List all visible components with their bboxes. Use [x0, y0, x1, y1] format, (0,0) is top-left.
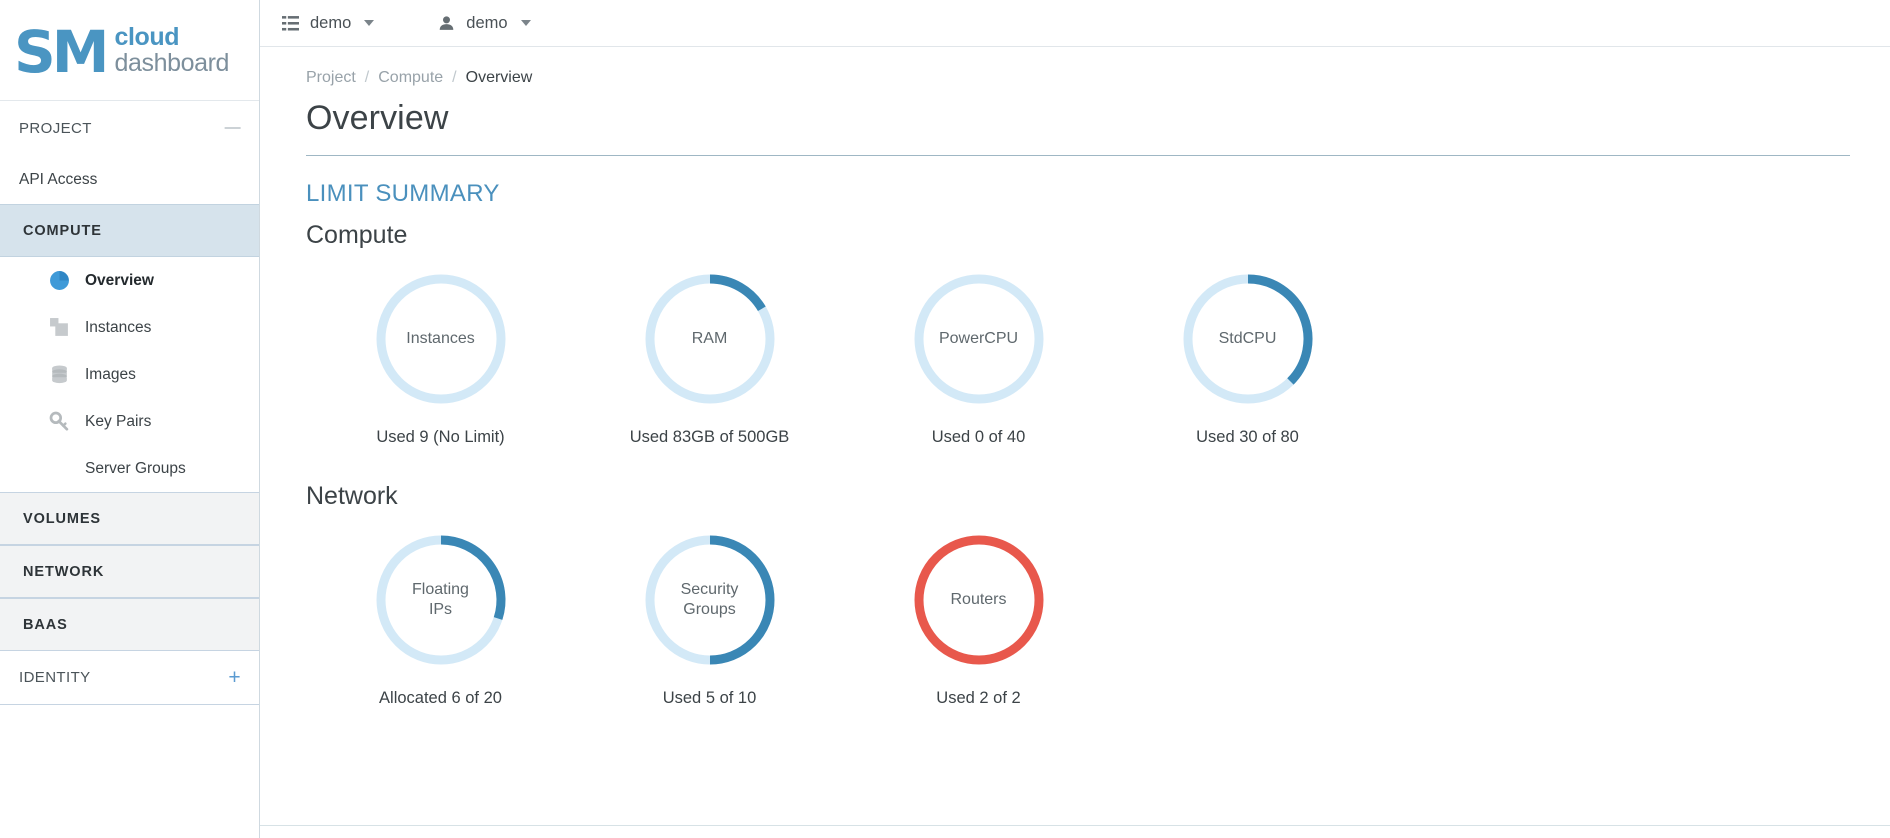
gauge-donut: Floating IPs	[372, 531, 510, 669]
compute-gauge-row: Instances Used 9 (No Limit) RAM Used 83G…	[306, 270, 1850, 447]
gauge-label: StdCPU	[1218, 330, 1277, 348]
sidebar-item-overview-label: Overview	[85, 271, 154, 289]
breadcrumb-project[interactable]: Project	[306, 69, 356, 87]
breadcrumb: Project / Compute / Overview	[306, 47, 1850, 87]
sidebar-group-baas-label: BAAS	[23, 616, 68, 633]
gauge-routers: Routers Used 2 of 2	[844, 531, 1113, 708]
gauge-donut: Routers	[910, 531, 1048, 669]
sidebar-item-key-pairs[interactable]: Key Pairs	[0, 398, 259, 445]
sidebar-item-images[interactable]: Images	[0, 351, 259, 398]
brand-word-dashboard: dashboard	[114, 48, 230, 77]
gauge-ram: RAM Used 83GB of 500GB	[575, 270, 844, 447]
sidebar-group-volumes-label: VOLUMES	[23, 510, 101, 527]
gauge-label: RAM	[691, 330, 728, 348]
sidebar-group-compute[interactable]: COMPUTE	[0, 204, 259, 257]
gauge-caption: Allocated 6 of 20	[379, 689, 502, 707]
gauge-caption: Used 83GB of 500GB	[629, 428, 790, 446]
sidebar-section-identity-label: IDENTITY	[19, 669, 91, 686]
sidebar-group-network[interactable]: NETWORK	[0, 545, 259, 598]
gauge-floating-ips: Floating IPs Allocated 6 of 20	[306, 531, 575, 708]
gauge-donut: PowerCPU	[910, 270, 1048, 408]
breadcrumb-compute[interactable]: Compute	[378, 69, 443, 87]
gauge-label: Instances	[406, 330, 475, 348]
gauge-caption: Used 5 of 10	[662, 689, 757, 707]
sidebar-item-instances[interactable]: Instances	[0, 304, 259, 351]
sidebar-item-overview[interactable]: Overview	[0, 257, 259, 304]
page-title: Overview	[306, 99, 1850, 156]
network-section-title: Network	[306, 482, 398, 510]
user-selector[interactable]: demo	[438, 13, 531, 33]
blank-icon	[47, 458, 71, 480]
gauge-caption: Used 9 (No Limit)	[376, 428, 505, 446]
gauge-stdcpu: StdCPU Used 30 of 80	[1113, 270, 1382, 447]
user-selector-label: demo	[466, 13, 508, 32]
collapse-icon[interactable]: —	[225, 120, 241, 136]
sidebar-section-project[interactable]: PROJECT —	[0, 101, 259, 155]
gauge-security-groups: Security Groups Used 5 of 10	[575, 531, 844, 708]
breadcrumb-overview: Overview	[465, 69, 533, 86]
grid-icon	[282, 15, 299, 32]
sidebar-item-api-access[interactable]: API Access	[0, 155, 259, 204]
breadcrumb-separator: /	[364, 69, 370, 86]
gauge-caption: Used 0 of 40	[931, 428, 1026, 446]
sidebar-item-server-groups[interactable]: Server Groups	[0, 445, 259, 492]
sidebar-group-compute-label: COMPUTE	[23, 222, 102, 239]
sidebar-item-images-label: Images	[85, 365, 136, 383]
key-icon	[47, 411, 71, 433]
sidebar-group-network-label: NETWORK	[23, 563, 105, 580]
compute-section-title: Compute	[306, 221, 408, 249]
content-area: Project / Compute / Overview Overview LI…	[260, 47, 1890, 838]
gauge-powercpu: PowerCPU Used 0 of 40	[844, 270, 1113, 447]
sidebar-group-volumes[interactable]: VOLUMES	[0, 492, 259, 545]
project-selector[interactable]: demo	[282, 13, 375, 33]
database-icon	[47, 364, 71, 386]
brand-word-cloud: cloud	[114, 22, 180, 51]
gauge-label: Security Groups	[680, 581, 739, 618]
gauge-label: Floating IPs	[412, 581, 469, 618]
gauge-label: Routers	[950, 591, 1007, 609]
topbar: demo demo	[260, 0, 1890, 47]
content-divider	[260, 825, 1890, 826]
chevron-down-icon	[520, 20, 531, 26]
gauge-donut: RAM	[641, 270, 779, 408]
sidebar-group-baas[interactable]: BAAS	[0, 598, 259, 651]
sidebar-item-key-pairs-label: Key Pairs	[85, 412, 152, 430]
sidebar-section-identity[interactable]: IDENTITY +	[0, 651, 259, 705]
gauge-instances: Instances Used 9 (No Limit)	[306, 270, 575, 447]
main-panel: demo demo Project / Compute / Overview O…	[260, 0, 1890, 838]
gauge-caption: Used 2 of 2	[936, 689, 1021, 707]
user-icon	[438, 15, 455, 32]
breadcrumb-separator: /	[452, 69, 457, 86]
sidebar-item-server-groups-label: Server Groups	[85, 459, 186, 477]
sidebar: SM cloud dashboard PROJECT — API Access …	[0, 0, 260, 838]
brand-logo[interactable]: SM cloud dashboard	[0, 0, 259, 101]
sidebar-section-project-label: PROJECT	[19, 119, 92, 137]
brand-mark: SM	[14, 17, 109, 86]
network-gauge-row: Floating IPs Allocated 6 of 20 Security …	[306, 531, 1850, 708]
gauge-label: PowerCPU	[938, 330, 1019, 348]
sidebar-item-instances-label: Instances	[85, 318, 152, 336]
limit-summary-heading: LIMIT SUMMARY	[306, 180, 500, 207]
sidebar-item-api-access-label: API Access	[19, 170, 98, 188]
project-selector-label: demo	[310, 13, 352, 32]
app-root: SM cloud dashboard PROJECT — API Access …	[0, 0, 1890, 838]
chevron-down-icon	[364, 20, 375, 26]
gauge-donut: StdCPU	[1179, 270, 1317, 408]
gauge-donut: Instances	[372, 270, 510, 408]
gauge-caption: Used 30 of 80	[1196, 428, 1299, 446]
gauge-donut: Security Groups	[641, 531, 779, 669]
pie-chart-icon	[47, 270, 71, 292]
expand-icon[interactable]: +	[228, 667, 241, 688]
instances-icon	[47, 317, 71, 339]
